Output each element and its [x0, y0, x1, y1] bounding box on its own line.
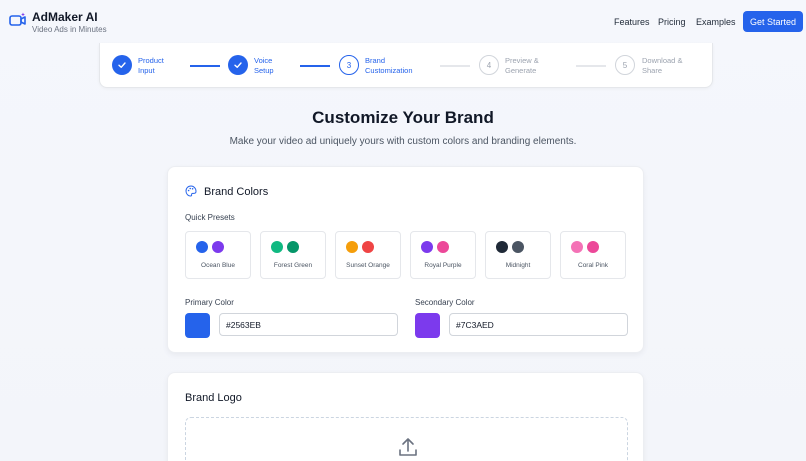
step-4-label: Preview & Generate — [505, 56, 565, 76]
secondary-color-swatch[interactable] — [415, 313, 440, 338]
preset-coral-pink[interactable]: Coral Pink — [560, 231, 626, 279]
palette-icon — [185, 185, 197, 197]
upload-icon — [399, 438, 417, 456]
nav-pricing[interactable]: Pricing — [658, 17, 686, 27]
secondary-color-label: Secondary Color — [415, 298, 475, 307]
step-4-label-line1: Preview & — [505, 56, 539, 65]
video-camera-icon — [9, 12, 26, 26]
brand-tagline: Video Ads in Minutes — [32, 25, 107, 34]
step-4-label-line2: Generate — [505, 66, 537, 75]
step-connector — [440, 65, 470, 67]
page-title: Customize Your Brand — [312, 108, 494, 127]
step-connector — [576, 65, 606, 67]
step-4-number: 4 — [479, 55, 499, 75]
preset-color-dot — [437, 241, 449, 253]
primary-color-swatch[interactable] — [185, 313, 210, 338]
preset-midnight[interactable]: Midnight — [485, 231, 551, 279]
logo-upload-dropzone[interactable] — [185, 417, 628, 461]
brand-logo-title: Brand Logo — [185, 392, 242, 404]
preset-name: Coral Pink — [578, 262, 608, 269]
preset-color-dot — [271, 241, 283, 253]
primary-color-input[interactable] — [219, 313, 398, 336]
preset-color-dot — [346, 241, 358, 253]
step-5-label-line1: Download & — [642, 56, 683, 65]
step-1-label-line1: Product — [138, 56, 164, 65]
get-started-button[interactable]: Get Started — [743, 11, 803, 32]
step-2-check-icon — [228, 55, 248, 75]
step-connector — [190, 65, 220, 67]
preset-color-dot — [496, 241, 508, 253]
progress-stepper: Product Input Voice Setup 3 Brand Custom… — [99, 43, 713, 88]
preset-color-dot — [362, 241, 374, 253]
step-connector — [300, 65, 330, 67]
preset-royal-purple[interactable]: Royal Purple — [410, 231, 476, 279]
preset-name: Ocean Blue — [201, 262, 235, 269]
secondary-color-input[interactable] — [449, 313, 628, 336]
preset-name: Forest Green — [273, 262, 313, 269]
step-3-label: Brand Customization — [365, 56, 435, 76]
preset-color-dot — [212, 241, 224, 253]
preset-color-dot — [587, 241, 599, 253]
preset-color-dot — [421, 241, 433, 253]
brand-colors-title: Brand Colors — [204, 186, 269, 198]
step-3-label-line2: Customization — [365, 66, 413, 75]
preset-ocean-blue[interactable]: Ocean Blue — [185, 231, 251, 279]
preset-color-dot — [196, 241, 208, 253]
preset-name: Sunset Orange — [346, 262, 390, 269]
primary-color-label: Primary Color — [185, 298, 234, 307]
step-3-number: 3 — [339, 55, 359, 75]
brand-name: AdMaker AI — [32, 10, 98, 24]
nav-examples[interactable]: Examples — [696, 17, 736, 27]
step-1-label-line2: Input — [138, 66, 155, 75]
top-header: AdMaker AI Video Ads in Minutes Features… — [0, 0, 806, 44]
nav-features[interactable]: Features — [614, 17, 650, 27]
step-3-label-line1: Brand — [365, 56, 386, 65]
preset-name: Midnight — [505, 262, 531, 269]
preset-forest-green[interactable]: Forest Green — [260, 231, 326, 279]
page-subtitle: Make your video ad uniquely yours with c… — [229, 136, 577, 147]
step-5-label: Download & Share — [642, 56, 702, 76]
step-5-label-line2: Share — [642, 66, 663, 75]
preset-color-dot — [287, 241, 299, 253]
step-5-number: 5 — [615, 55, 635, 75]
preset-color-dot — [512, 241, 524, 253]
brand-colors-card: Brand Colors Quick Presets Ocean Blue Fo… — [167, 166, 644, 353]
preset-sunset-orange[interactable]: Sunset Orange — [335, 231, 401, 279]
step-2-label-line2: Setup — [254, 66, 274, 75]
step-1-check-icon — [112, 55, 132, 75]
quick-presets-label: Quick Presets — [185, 213, 235, 222]
preset-color-dot — [571, 241, 583, 253]
brand-logo-card: Brand Logo — [167, 372, 644, 461]
preset-name: Royal Purple — [424, 262, 462, 269]
step-1-label: Product Input — [138, 56, 198, 76]
